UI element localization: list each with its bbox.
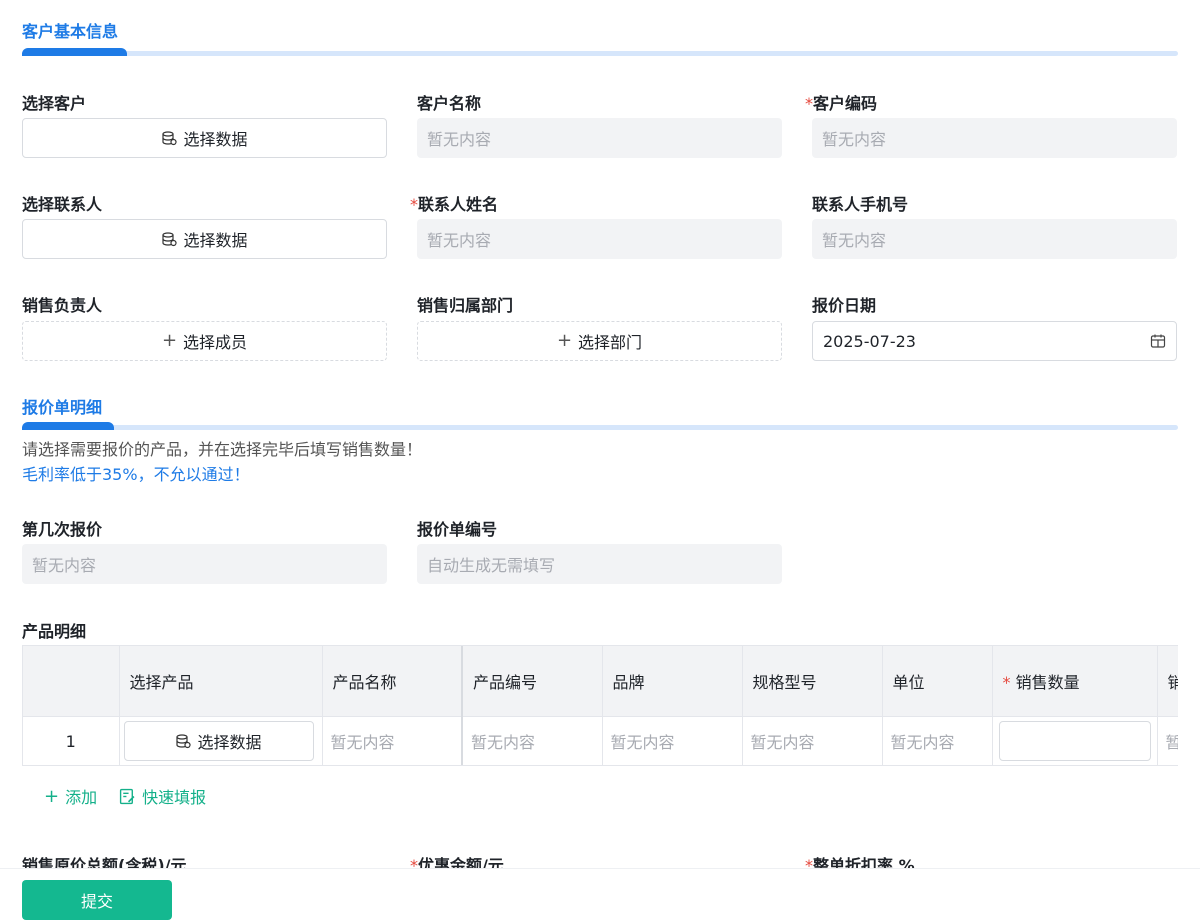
required-mark: * bbox=[410, 195, 418, 214]
quote-round-field: 暂无内容 bbox=[22, 544, 387, 584]
contact-name-label: *联系人姓名 bbox=[410, 191, 498, 215]
brand-cell: 暂无内容 bbox=[602, 716, 743, 765]
sales-qty-cell bbox=[992, 716, 1158, 765]
sales-owner-label: 销售负责人 bbox=[22, 296, 103, 315]
plus-icon: + bbox=[161, 330, 178, 351]
database-icon bbox=[176, 734, 192, 749]
select-product-cell: 选择数据 bbox=[119, 716, 323, 765]
select-customer-button-label: 选择数据 bbox=[183, 130, 248, 149]
select-member-button[interactable]: + 选择成员 bbox=[22, 321, 387, 361]
quote-date-picker[interactable]: 2025-07-23 bbox=[812, 321, 1177, 361]
select-contact-button[interactable]: 选择数据 bbox=[22, 219, 387, 259]
column-header-sales-qty: * 销售数量 bbox=[992, 646, 1158, 717]
column-header-select-product: 选择产品 bbox=[119, 646, 323, 717]
sales-qty-input[interactable] bbox=[998, 721, 1151, 762]
product-name-cell: 暂无内容 bbox=[322, 716, 463, 765]
hint-select-products: 请选择需要报价的产品，并在选择完毕后填写销售数量！ bbox=[22, 440, 423, 459]
column-header-spec: 规格型号 bbox=[742, 646, 883, 717]
quote-no-label: 报价单编号 bbox=[417, 520, 498, 539]
add-row-label: 添加 bbox=[65, 788, 98, 807]
database-icon bbox=[162, 232, 178, 247]
required-mark: * bbox=[805, 94, 813, 113]
column-header-product-code: 产品编号 bbox=[461, 646, 603, 717]
database-icon bbox=[162, 131, 178, 146]
select-contact-button-label: 选择数据 bbox=[183, 231, 248, 250]
plus-icon: + bbox=[556, 330, 573, 351]
section-basic-title: 客户基本信息 bbox=[22, 22, 119, 41]
contact-phone-label: 联系人手机号 bbox=[812, 195, 909, 214]
product-code-cell: 暂无内容 bbox=[461, 716, 603, 765]
customer-code-label: *客户编码 bbox=[805, 90, 877, 114]
section-detail-divider bbox=[22, 422, 1178, 430]
customer-name-label: 客户名称 bbox=[417, 94, 482, 113]
add-row-button[interactable]: + 添加 bbox=[44, 784, 97, 808]
hint-margin-warning: 毛利率低于35%，不允以通过！ bbox=[22, 465, 250, 484]
calendar-icon bbox=[1150, 334, 1166, 348]
contact-name-field: 暂无内容 bbox=[417, 219, 782, 259]
customer-name-field: 暂无内容 bbox=[417, 118, 782, 158]
section-basic-divider bbox=[22, 48, 1178, 56]
select-customer-button[interactable]: 选择数据 bbox=[22, 118, 387, 158]
select-product-button-label: 选择数据 bbox=[197, 733, 262, 753]
select-department-button-label: 选择部门 bbox=[578, 333, 643, 352]
quote-date-value: 2025-07-23 bbox=[823, 331, 916, 351]
select-member-button-label: 选择成员 bbox=[183, 333, 248, 352]
contact-name-label-text: 联系人姓名 bbox=[418, 195, 499, 214]
select-department-button[interactable]: + 选择部门 bbox=[417, 321, 782, 361]
quick-fill-button[interactable]: 快速填报 bbox=[119, 784, 206, 808]
column-header-brand: 品牌 bbox=[602, 646, 743, 717]
column-header-index bbox=[23, 646, 120, 717]
unit-cell: 暂无内容 bbox=[882, 716, 993, 765]
quote-date-label: 报价日期 bbox=[812, 296, 877, 315]
next-cell: 暂 bbox=[1157, 716, 1178, 765]
product-detail-label: 产品明细 bbox=[22, 622, 87, 641]
submit-button[interactable]: 提交 bbox=[22, 880, 172, 920]
sales-dept-label: 销售归属部门 bbox=[417, 296, 514, 315]
select-product-button[interactable]: 选择数据 bbox=[123, 721, 314, 762]
footer-bar bbox=[0, 868, 1200, 920]
product-table: 选择产品 产品名称 产品编号 品牌 规格型号 单位 * 销售数量 销 1 选择数… bbox=[22, 645, 1178, 766]
customer-code-label-text: 客户编码 bbox=[813, 94, 878, 113]
select-contact-label: 选择联系人 bbox=[22, 195, 103, 214]
table-row: 1 选择数据 暂无内容 暂无内容 暂无内容 暂无内容 暂无内容 暂 bbox=[23, 716, 1178, 765]
column-header-product-name: 产品名称 bbox=[322, 646, 463, 717]
section-detail-header: 报价单明细 bbox=[22, 394, 1178, 430]
quote-round-label: 第几次报价 bbox=[22, 520, 103, 539]
contact-phone-field: 暂无内容 bbox=[812, 219, 1177, 259]
sales-qty-header-text: 销售数量 bbox=[1015, 672, 1080, 692]
section-basic-header: 客户基本信息 bbox=[22, 18, 1178, 56]
table-actions: + 添加 快速填报 bbox=[44, 784, 206, 808]
required-mark: * bbox=[1002, 672, 1011, 692]
spec-cell: 暂无内容 bbox=[742, 716, 883, 765]
quote-no-field: 自动生成无需填写 bbox=[417, 544, 782, 584]
quick-fill-label: 快速填报 bbox=[142, 788, 207, 807]
column-header-next: 销 bbox=[1157, 646, 1178, 717]
section-detail-title: 报价单明细 bbox=[22, 398, 103, 417]
edit-form-icon bbox=[120, 788, 135, 804]
row-index: 1 bbox=[23, 716, 120, 765]
column-header-unit: 单位 bbox=[882, 646, 993, 717]
customer-code-field: 暂无内容 bbox=[812, 118, 1177, 158]
table-header-row: 选择产品 产品名称 产品编号 品牌 规格型号 单位 * 销售数量 销 bbox=[23, 646, 1178, 717]
plus-icon: + bbox=[44, 785, 60, 807]
select-customer-label: 选择客户 bbox=[22, 94, 87, 113]
